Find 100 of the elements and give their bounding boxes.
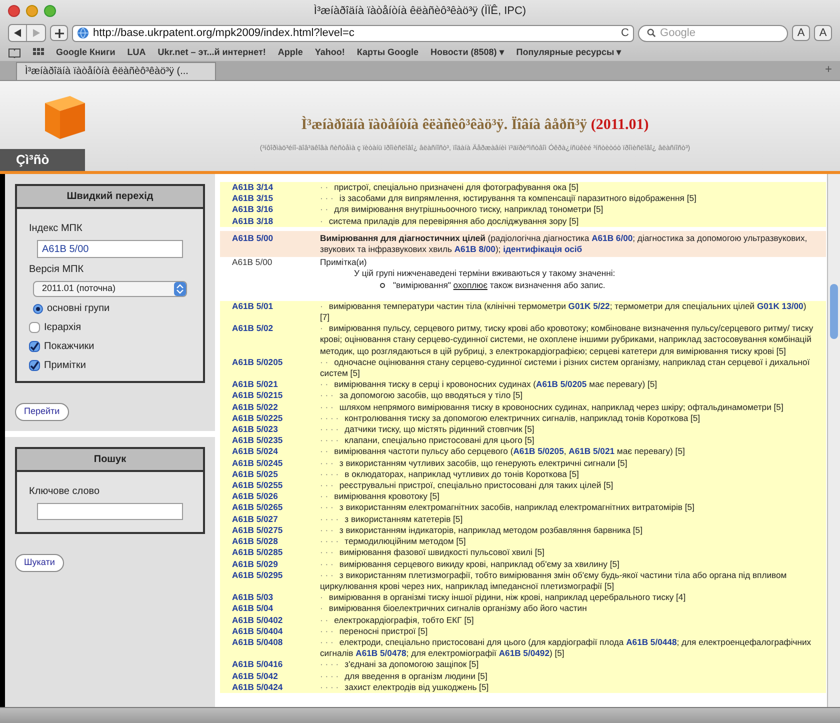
class-code[interactable]: A61B 5/0295 xyxy=(232,570,320,592)
class-code[interactable]: A61B 5/0404 xyxy=(232,626,320,637)
class-code[interactable]: A61B 5/023 xyxy=(232,424,320,436)
class-code[interactable]: A61B 5/0402 xyxy=(232,614,320,626)
class-code[interactable]: A61B 5/0275 xyxy=(232,524,320,536)
class-code[interactable]: A61B 5/0255 xyxy=(232,480,320,492)
entry-text: · · вимірювання тиску в серці і кровоносних судинах (A61B 5/0205 має перевагу) [5] xyxy=(320,379,658,390)
entry-text: · · · з використанням чутливих засобів, що генерують електричні сигнали [5] xyxy=(320,458,628,469)
note-text: У цій групі нижченаведені терміни вживаються у такому значенні: xyxy=(353,268,616,280)
entry-text: · вимірювання біоелектричних сигналів організму або його частин xyxy=(320,603,588,615)
entry-text: · · для вимірювання внутрішньоочного тиску, наприклад тонометри [5] xyxy=(320,204,604,216)
search-input[interactable]: Google xyxy=(660,24,779,42)
search-button[interactable]: Шукати xyxy=(15,554,64,572)
globe-icon xyxy=(77,27,89,39)
bookmark-link[interactable]: LUA xyxy=(127,46,146,60)
bookmark-link[interactable]: Google Книги xyxy=(56,46,116,60)
keyword-field[interactable] xyxy=(37,503,183,520)
edition-label: (2011.01) xyxy=(590,116,649,132)
checkbox[interactable] xyxy=(29,322,40,333)
plus-icon xyxy=(54,28,64,38)
class-code[interactable]: A61B 3/15 xyxy=(232,193,320,204)
index-field[interactable]: A61B 5/00 xyxy=(37,240,183,258)
class-code[interactable]: A61B 5/0235 xyxy=(232,435,320,446)
class-code[interactable]: A61B 5/027 xyxy=(232,514,320,525)
book-icon[interactable] xyxy=(8,48,21,58)
radio-button[interactable] xyxy=(33,304,43,314)
entry-text: · · пристрої, спеціально призначені для фотографування ока [5] xyxy=(320,182,580,194)
class-code[interactable]: A61B 3/14 xyxy=(232,182,320,194)
bookmark-link[interactable]: Ukr.net – эт...й интернет! xyxy=(158,46,266,60)
zoom-button[interactable] xyxy=(44,5,56,17)
class-code[interactable]: A61B 5/03 xyxy=(232,592,320,604)
url-field[interactable]: http://base.ukrpatent.org/mpk2009/index.html?level=c C xyxy=(72,24,634,42)
class-code[interactable]: A61B 5/0215 xyxy=(232,390,320,402)
entry-text: · · · · контролювання тиску за допомогою електричних сигналів, наприклад тонів Короткова [5] xyxy=(320,412,702,424)
class-code[interactable]: A61B 5/0416 xyxy=(232,659,320,671)
class-code[interactable]: A61B 5/04 xyxy=(232,603,320,615)
option-label: Покажчики xyxy=(44,340,94,354)
panel-title: Швидкий перехід xyxy=(66,191,154,202)
bookmark-link[interactable]: Популярные ресурсы ▾ xyxy=(516,46,622,60)
class-code[interactable]: A61B 5/022 xyxy=(232,402,320,413)
entry-text: · · · · з'єднані за допомогою защіпок [5] xyxy=(320,659,480,671)
class-code[interactable]: A61B 5/024 xyxy=(232,446,320,458)
class-code[interactable]: A61B 5/021 xyxy=(232,379,320,390)
class-code[interactable]: A61B 5/0285 xyxy=(232,547,320,558)
bookmark-link[interactable]: Yahoo! xyxy=(314,46,345,60)
page-title: Ì³æíàðîäíà ïàòåíòíà êëàñèô³êàö³ÿ. Ïîâíà âåðñ³ÿ xyxy=(301,116,588,132)
class-code[interactable]: A61B 5/01 xyxy=(232,300,320,324)
class-code[interactable]: A61B 5/00 xyxy=(232,232,320,256)
field-label: Версія МПК xyxy=(29,263,85,277)
entry-text: · · · із засобами для випрямлення, юстирування та компенсації паразитного відображення [5] xyxy=(320,193,698,204)
class-code[interactable]: A61B 5/0424 xyxy=(232,682,320,693)
class-code[interactable]: A61B 5/042 xyxy=(232,670,320,682)
class-code[interactable]: A61B 5/028 xyxy=(232,536,320,548)
class-code[interactable]: A61B 5/0265 xyxy=(232,502,320,514)
checkbox[interactable] xyxy=(29,341,40,352)
entry-text: · · · переносні пристрої [5] xyxy=(320,626,429,637)
panel-title: Пошук xyxy=(94,454,126,465)
add-bookmark-button[interactable] xyxy=(50,25,68,41)
bookmark-link[interactable]: Новости (8508) ▾ xyxy=(430,46,504,60)
bookmark-link[interactable]: Карты Google xyxy=(356,46,419,60)
entry-text: · · · · термодилюційним методом [5] xyxy=(320,536,467,548)
version-select[interactable]: 2011.01 (поточна) xyxy=(33,281,187,297)
class-code[interactable]: A61B 5/02 xyxy=(232,323,320,357)
class-code[interactable]: A61B 3/18 xyxy=(232,216,320,227)
class-code[interactable]: A61B 5/026 xyxy=(232,491,320,502)
entry-text: · · · · з використанням катетерів [5] xyxy=(320,514,464,525)
entry-text: · · · · для введення в організм людини [5] xyxy=(320,670,488,682)
text-size-button[interactable]: A xyxy=(792,25,810,41)
class-code[interactable]: A61B 5/029 xyxy=(232,558,320,570)
class-code[interactable]: A61B 5/0245 xyxy=(232,458,320,469)
grid-icon[interactable] xyxy=(33,48,44,58)
option-label: основні групи xyxy=(47,302,110,316)
bullet-icon xyxy=(380,282,385,288)
entry-text: · · · · в оклюдаторах, наприклад чутливих до тонів Короткова [5] xyxy=(320,468,580,480)
entry-text: · · · шляхом непрямого вимірювання тиску в кровоносних судинах, наприклад через шкіру; офтальдинамометри [5] xyxy=(320,402,784,413)
text-size-button[interactable]: A xyxy=(814,25,832,41)
option-label: Ієрархія xyxy=(44,321,82,335)
scrollbar[interactable] xyxy=(827,174,840,707)
bookmark-link[interactable]: Apple xyxy=(278,46,303,60)
entry-text: · · · з використанням індикаторів, наприклад методом розбавляння барвника [5] xyxy=(320,524,644,536)
note-heading: Примітка(и) xyxy=(320,257,368,268)
close-button[interactable] xyxy=(8,5,20,17)
class-code[interactable]: A61B 5/0225 xyxy=(232,412,320,424)
search-field[interactable]: Google xyxy=(638,24,788,42)
class-code[interactable]: A61B 3/16 xyxy=(232,204,320,216)
entry-text: · · · вимірювання фазової швидкості пульсової хвилі [5] xyxy=(320,547,546,558)
entry-text: · · вимірювання частоти пульсу або серцевого (A61B 5/0205, A61B 5/021 має перевагу) [5] xyxy=(320,446,686,458)
entry-text: · · вимірювання кровотоку [5] xyxy=(320,491,440,502)
back-arrow-icon xyxy=(14,29,21,37)
checkbox[interactable] xyxy=(29,360,40,371)
class-code[interactable]: A61B 5/025 xyxy=(232,468,320,480)
class-code[interactable]: A61B 5/0205 xyxy=(232,356,320,380)
field-label: Індекс МПК xyxy=(29,222,84,236)
reload-button[interactable]: C xyxy=(621,24,629,42)
class-code[interactable]: A61B 5/0408 xyxy=(232,636,320,660)
contents-label[interactable]: Çì³ñò xyxy=(0,149,85,171)
browser-tab[interactable]: Ì³æíàðîäíà ïàòåíòíà êëàñèô³êàö³ÿ (... xyxy=(16,62,216,80)
entry-text: · · · · датчики тиску, що містять рідинний стовпчик [5] xyxy=(320,424,536,436)
group-text: Вимірювання для діагностичних цілей (радіологічна діагностика A61B 6/00; діагностика за допомогою ультразвукових, звукових та інфразвукових хвиль A61B 8/00); ідентифікація осіб xyxy=(320,232,808,256)
go-button[interactable]: Перейти xyxy=(15,403,69,420)
